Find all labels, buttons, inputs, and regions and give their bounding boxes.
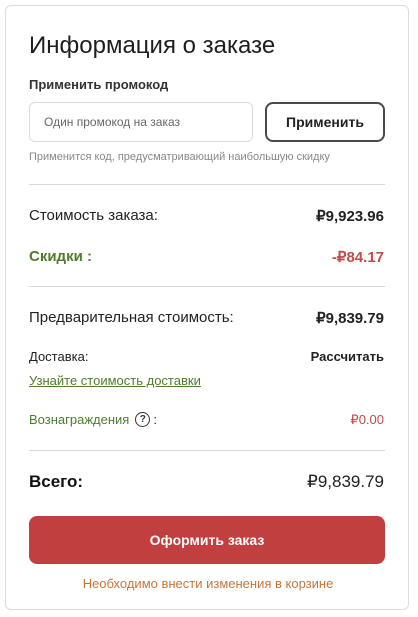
promo-label: Применить промокод: [29, 77, 169, 92]
delivery-label: Доставка:: [29, 349, 89, 364]
rewards-row: Вознаграждения?:: [29, 412, 157, 428]
subtotal-label: Стоимость заказа:: [29, 207, 158, 224]
delivery-cost-link[interactable]: Узнайте стоимость доставки: [29, 373, 201, 388]
promo-code-input[interactable]: [29, 102, 253, 142]
divider: [29, 184, 385, 185]
divider: [29, 286, 385, 287]
question-circle-icon[interactable]: ?: [135, 412, 151, 428]
rewards-label: Вознаграждения: [29, 412, 130, 427]
discounts-label: Скидки :: [29, 248, 92, 265]
rewards-value: ₽0.00: [350, 412, 384, 427]
discounts-value: -₽84.17: [331, 249, 384, 266]
preliminary-label: Предварительная стоимость:: [29, 309, 234, 326]
divider: [29, 450, 385, 451]
delivery-calc-value[interactable]: Рассчитать: [311, 349, 384, 364]
subtotal-value: ₽9,923.96: [316, 208, 384, 225]
checkout-button[interactable]: Оформить заказ: [29, 516, 385, 564]
total-label: Всего:: [29, 472, 84, 491]
promo-hint: Применится код, предусматривающий наибол…: [29, 151, 330, 163]
cart-notice: Необходимо внести изменения в корзине: [82, 576, 334, 591]
order-summary-card: Информация о заказе Применить промокод П…: [5, 5, 409, 610]
preliminary-value: ₽9,839.79: [316, 310, 384, 327]
apply-promo-button[interactable]: Применить: [265, 102, 385, 142]
rewards-colon: :: [153, 412, 157, 427]
total-value: ₽9,839.79: [307, 472, 384, 491]
order-summary-title: Информация о заказе: [29, 32, 276, 59]
